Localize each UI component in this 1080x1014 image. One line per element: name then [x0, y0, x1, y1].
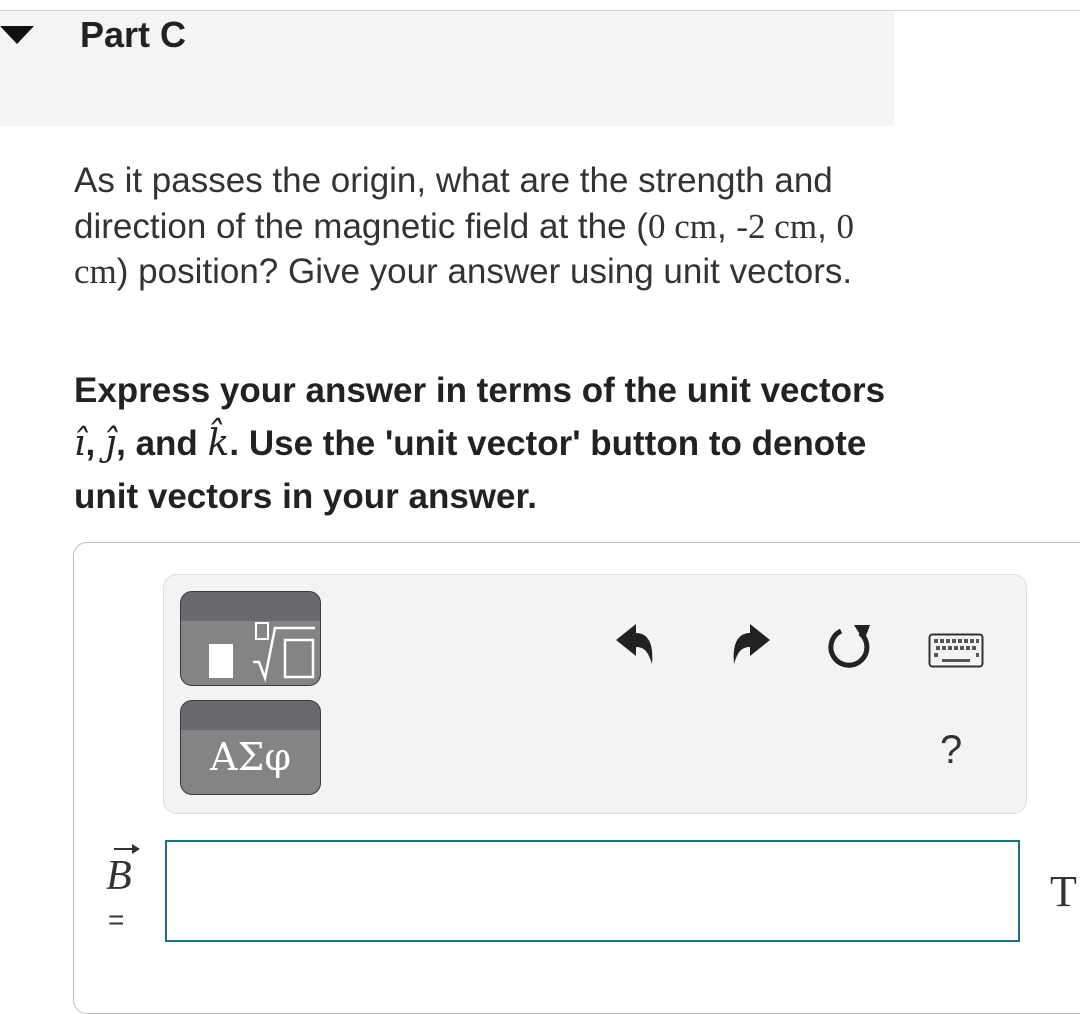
separator: , — [716, 206, 737, 246]
keyboard-icon — [928, 633, 984, 668]
undo-icon — [616, 624, 653, 664]
greek-symbols-label: ΑΣφ — [210, 735, 291, 779]
part-title: Part C — [80, 14, 187, 55]
redo-button[interactable] — [726, 620, 772, 671]
answer-label: B = — [104, 844, 144, 946]
reset-button[interactable] — [824, 621, 876, 678]
answer-variable: B — [106, 853, 132, 899]
coordinate-x: 0 cm — [647, 206, 717, 246]
collapse-toggle[interactable] — [0, 24, 36, 46]
separator: , and — [116, 424, 208, 463]
unit-vector-j: ĵ — [104, 423, 117, 464]
unit-vector-i: î — [74, 423, 86, 464]
answer-units: T — [1050, 867, 1077, 916]
reset-icon — [828, 625, 870, 668]
templates-icon — [209, 622, 315, 683]
question-text: As it passes the origin, what are the st… — [74, 158, 904, 295]
answer-instructions: Express your answer in terms of the unit… — [74, 364, 914, 523]
triangle-down-icon — [0, 26, 34, 44]
help-button[interactable]: ? — [940, 728, 962, 773]
greek-symbols-button[interactable]: ΑΣφ — [180, 700, 321, 795]
unit-vector-k: k̂ — [207, 423, 230, 464]
templates-button[interactable] — [180, 591, 321, 686]
question-text-end: ) position? Give your answer using unit … — [116, 252, 853, 291]
undo-button[interactable] — [614, 620, 660, 671]
coordinate-y: -2 cm — [736, 206, 818, 246]
separator: , — [817, 206, 837, 246]
equals-sign: = — [108, 904, 125, 935]
instructions-start: Express your answer in terms of the unit… — [74, 371, 886, 410]
answer-input[interactable] — [165, 840, 1020, 942]
separator: , — [85, 424, 105, 463]
keyboard-button[interactable] — [928, 633, 984, 674]
redo-icon — [733, 624, 770, 664]
